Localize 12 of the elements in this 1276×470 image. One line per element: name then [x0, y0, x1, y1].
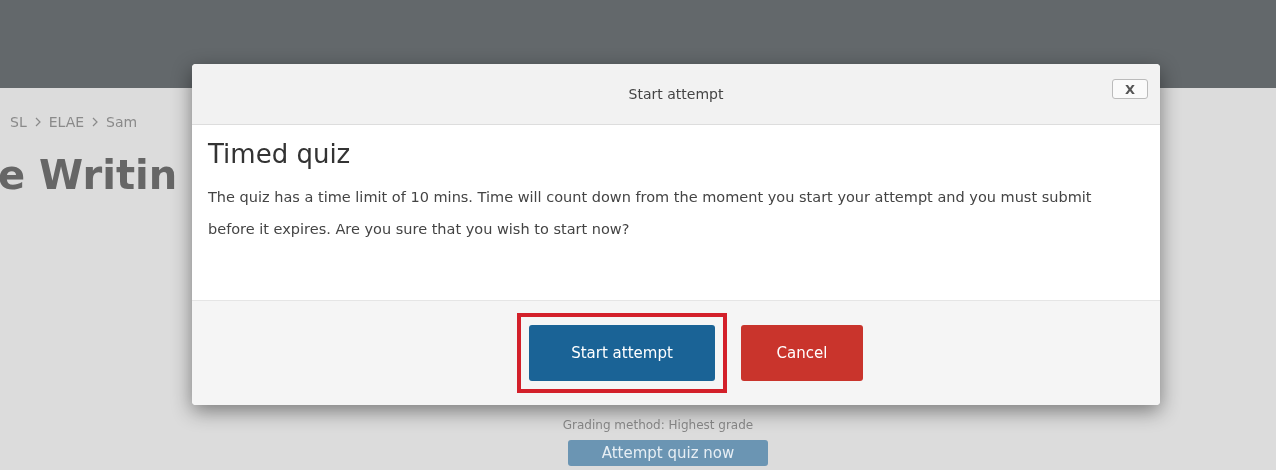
attempt-quiz-button[interactable]: Attempt quiz now	[567, 440, 769, 466]
breadcrumb-link[interactable]: SL	[10, 114, 27, 130]
close-button[interactable]: X	[1112, 79, 1148, 99]
dialog-message: The quiz has a time limit of 10 mins. Time will count down from the moment you start your attempt and you must submit before it expires. Are you sure that you wish to start now?	[208, 188, 1093, 239]
dialog-title: Start attempt	[628, 86, 724, 102]
breadcrumb-link[interactable]: Sam	[106, 114, 138, 130]
page-heading: e Writin	[0, 152, 178, 198]
start-attempt-button[interactable]: Start attempt	[529, 325, 715, 381]
grading-method: Grading method: Highest grade	[561, 418, 754, 432]
dialog-heading: Timed quiz	[208, 139, 352, 169]
cancel-button[interactable]: Cancel	[741, 325, 863, 381]
breadcrumb-link[interactable]: ELAE	[48, 114, 85, 130]
